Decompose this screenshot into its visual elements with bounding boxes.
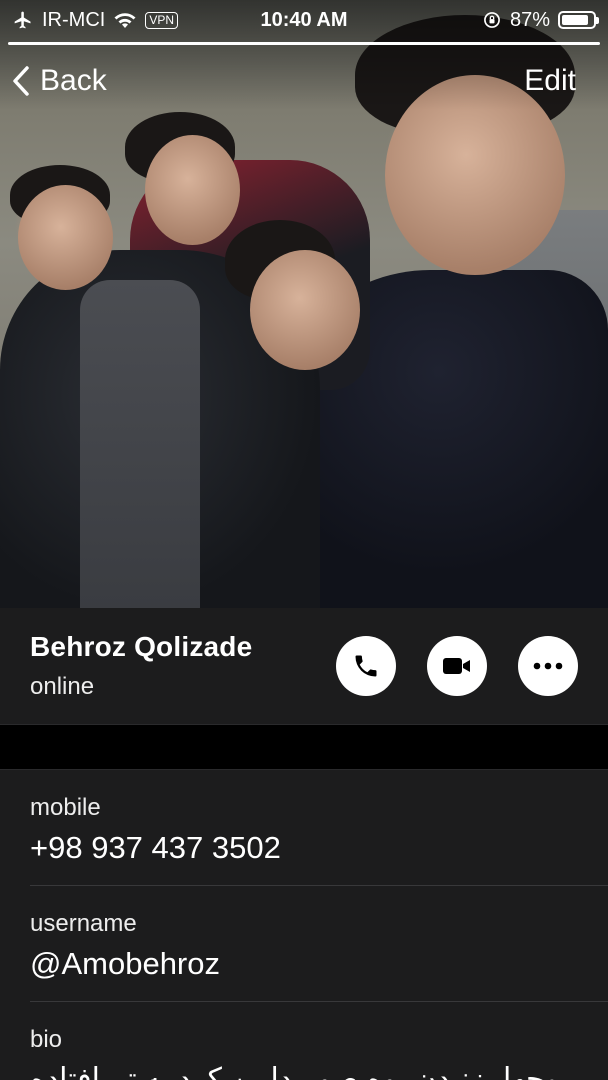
wifi-icon	[114, 13, 136, 28]
username-value[interactable]: @Amobehroz	[30, 946, 578, 982]
contact-status: online	[30, 673, 95, 700]
more-button[interactable]	[518, 636, 578, 696]
battery-percent: 87%	[509, 8, 550, 31]
battery-level	[562, 15, 589, 25]
username-row[interactable]: username @Amobehroz	[0, 886, 608, 1002]
call-button[interactable]	[336, 636, 396, 696]
contact-info-list: mobile +98 937 437 3502 username @Amobeh…	[0, 769, 608, 1080]
bio-row: bio روحها بزنیدن پوه صوریدایپن کرد به تم…	[0, 1002, 608, 1080]
bio-value: روحها بزنیدن پوه صوریدایپن کرد به تم افت…	[30, 1063, 574, 1080]
photo-pager	[8, 42, 600, 45]
carrier-label: IR-MCI	[42, 8, 106, 31]
mobile-value[interactable]: +98 937 437 3502	[30, 830, 578, 866]
photo-face	[145, 135, 240, 245]
section-gap	[0, 724, 608, 769]
photo-face	[18, 185, 113, 290]
bio-label: bio	[30, 1026, 63, 1053]
clock: 10:40 AM	[260, 8, 348, 31]
video-call-button[interactable]	[427, 636, 487, 696]
airplane-icon	[14, 11, 31, 29]
video-icon	[443, 658, 470, 674]
username-label: username	[30, 910, 137, 937]
photo-face	[250, 250, 360, 370]
back-label: Back	[40, 64, 107, 97]
profile-header: Behroz Qolizade online	[0, 608, 608, 724]
mobile-row[interactable]: mobile +98 937 437 3502	[0, 770, 608, 886]
battery-icon	[558, 11, 599, 29]
photo-figure	[80, 280, 200, 608]
mobile-label: mobile	[30, 794, 101, 821]
contact-name: Behroz Qolizade	[30, 631, 253, 662]
vpn-badge: VPN	[145, 11, 179, 29]
back-button[interactable]: Back	[12, 64, 107, 98]
status-bar: IR-MCI VPN 10:40 AM 87%	[0, 0, 608, 40]
edit-button[interactable]: Edit	[524, 64, 596, 98]
more-icon	[533, 662, 563, 670]
navigation-bar: Back Edit	[0, 56, 608, 106]
chevron-left-icon	[13, 66, 29, 96]
photo-pager-segment	[8, 42, 600, 45]
phone-icon	[355, 655, 377, 677]
rotation-lock-icon	[484, 12, 500, 28]
